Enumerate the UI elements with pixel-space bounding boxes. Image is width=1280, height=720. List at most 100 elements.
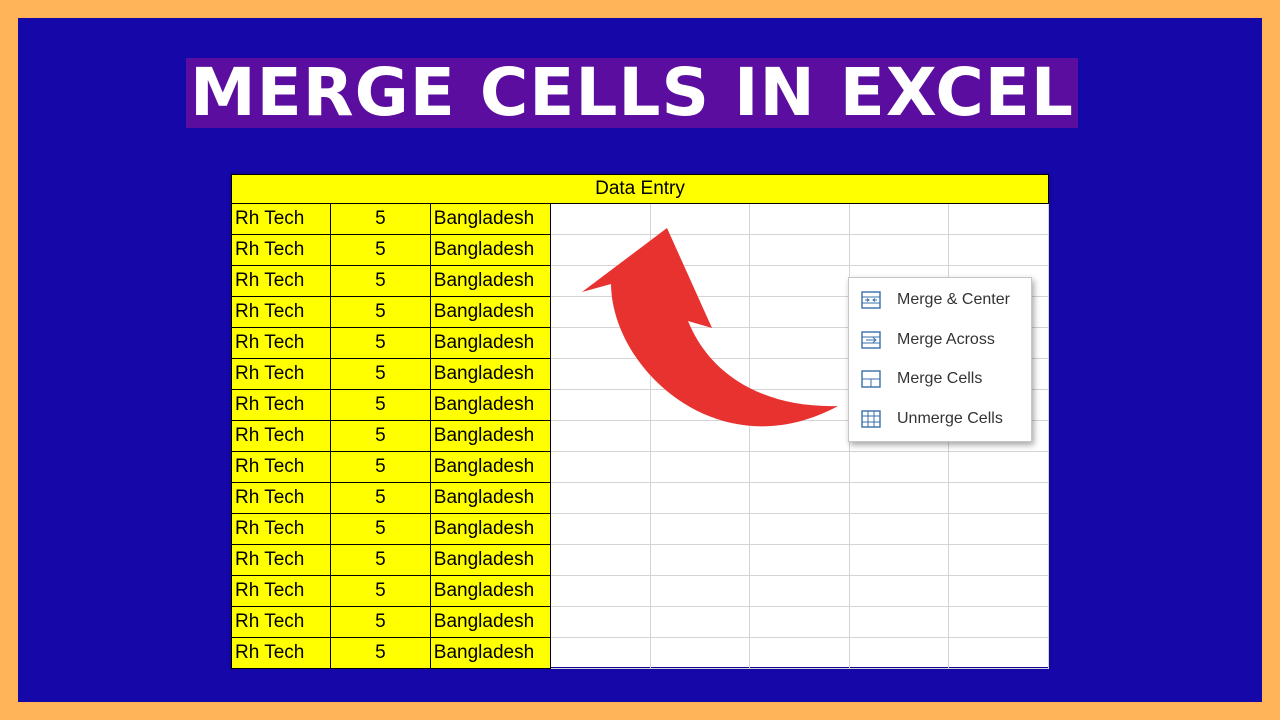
cell-number[interactable]: 5 <box>329 606 431 638</box>
empty-cell[interactable] <box>749 637 851 669</box>
cell-name[interactable]: Rh Tech <box>231 482 331 514</box>
cell-number[interactable]: 5 <box>329 234 431 266</box>
empty-cell[interactable] <box>749 203 851 235</box>
cell-name[interactable]: Rh Tech <box>231 296 331 328</box>
cell-name[interactable]: Rh Tech <box>231 234 331 266</box>
empty-cell[interactable] <box>549 389 651 421</box>
empty-cell[interactable] <box>849 575 950 607</box>
empty-cell[interactable] <box>649 358 751 390</box>
cell-country[interactable]: Bangladesh <box>429 544 551 576</box>
cell-number[interactable]: 5 <box>329 296 431 328</box>
empty-cell[interactable] <box>549 544 651 576</box>
empty-cell[interactable] <box>649 482 751 514</box>
menu-item-unmerge-cells[interactable]: Unmerge Cells <box>849 403 1031 435</box>
empty-cell[interactable] <box>549 420 651 452</box>
cell-name[interactable]: Rh Tech <box>231 389 331 421</box>
empty-cell[interactable] <box>948 544 1049 576</box>
empty-cell[interactable] <box>549 358 651 390</box>
empty-cell[interactable] <box>549 606 651 638</box>
cell-number[interactable]: 5 <box>329 513 431 545</box>
cell-name[interactable]: Rh Tech <box>231 327 331 359</box>
cell-number[interactable]: 5 <box>329 389 431 421</box>
cell-name[interactable]: Rh Tech <box>231 575 331 607</box>
empty-cell[interactable] <box>749 296 851 328</box>
cell-number[interactable]: 5 <box>329 203 431 235</box>
empty-cell[interactable] <box>849 637 950 669</box>
cell-country[interactable]: Bangladesh <box>429 606 551 638</box>
empty-cell[interactable] <box>749 482 851 514</box>
empty-cell[interactable] <box>549 265 651 297</box>
cell-name[interactable]: Rh Tech <box>231 637 331 669</box>
empty-cell[interactable] <box>948 451 1049 483</box>
empty-cell[interactable] <box>549 637 651 669</box>
empty-cell[interactable] <box>948 637 1049 669</box>
cell-number[interactable]: 5 <box>329 575 431 607</box>
cell-country[interactable]: Bangladesh <box>429 575 551 607</box>
empty-cell[interactable] <box>849 482 950 514</box>
cell-number[interactable]: 5 <box>329 420 431 452</box>
empty-cell[interactable] <box>749 265 851 297</box>
cell-number[interactable]: 5 <box>329 637 431 669</box>
empty-cell[interactable] <box>549 234 651 266</box>
cell-country[interactable]: Bangladesh <box>429 296 551 328</box>
cell-number[interactable]: 5 <box>329 327 431 359</box>
empty-cell[interactable] <box>948 482 1049 514</box>
empty-cell[interactable] <box>649 265 751 297</box>
empty-cell[interactable] <box>849 451 950 483</box>
cell-number[interactable]: 5 <box>329 482 431 514</box>
empty-cell[interactable] <box>749 234 851 266</box>
cell-country[interactable]: Bangladesh <box>429 513 551 545</box>
empty-cell[interactable] <box>948 606 1049 638</box>
empty-cell[interactable] <box>849 234 950 266</box>
empty-cell[interactable] <box>549 482 651 514</box>
empty-cell[interactable] <box>749 544 851 576</box>
merged-header-cell[interactable]: Data Entry <box>231 174 1049 204</box>
empty-cell[interactable] <box>948 575 1049 607</box>
cell-country[interactable]: Bangladesh <box>429 389 551 421</box>
cell-country[interactable]: Bangladesh <box>429 265 551 297</box>
cell-name[interactable]: Rh Tech <box>231 358 331 390</box>
empty-cell[interactable] <box>649 575 751 607</box>
cell-country[interactable]: Bangladesh <box>429 358 551 390</box>
cell-country[interactable]: Bangladesh <box>429 451 551 483</box>
menu-item-merge-center[interactable]: Merge & Center <box>849 284 1031 316</box>
menu-item-merge-cells[interactable]: Merge Cells <box>849 363 1031 395</box>
empty-cell[interactable] <box>649 296 751 328</box>
cell-number[interactable]: 5 <box>329 451 431 483</box>
empty-cell[interactable] <box>549 513 651 545</box>
empty-cell[interactable] <box>948 513 1049 545</box>
cell-number[interactable]: 5 <box>329 358 431 390</box>
cell-name[interactable]: Rh Tech <box>231 451 331 483</box>
cell-name[interactable]: Rh Tech <box>231 420 331 452</box>
empty-cell[interactable] <box>749 451 851 483</box>
empty-cell[interactable] <box>948 203 1049 235</box>
empty-cell[interactable] <box>749 420 851 452</box>
cell-name[interactable]: Rh Tech <box>231 606 331 638</box>
cell-country[interactable]: Bangladesh <box>429 327 551 359</box>
empty-cell[interactable] <box>749 389 851 421</box>
cell-name[interactable]: Rh Tech <box>231 513 331 545</box>
empty-cell[interactable] <box>549 327 651 359</box>
empty-cell[interactable] <box>649 637 751 669</box>
cell-country[interactable]: Bangladesh <box>429 203 551 235</box>
empty-cell[interactable] <box>649 327 751 359</box>
empty-cell[interactable] <box>749 513 851 545</box>
cell-name[interactable]: Rh Tech <box>231 203 331 235</box>
empty-cell[interactable] <box>749 358 851 390</box>
empty-cell[interactable] <box>849 513 950 545</box>
empty-cell[interactable] <box>749 327 851 359</box>
menu-item-merge-across[interactable]: Merge Across <box>849 324 1031 356</box>
cell-name[interactable]: Rh Tech <box>231 544 331 576</box>
cell-country[interactable]: Bangladesh <box>429 482 551 514</box>
cell-country[interactable]: Bangladesh <box>429 234 551 266</box>
empty-cell[interactable] <box>749 606 851 638</box>
empty-cell[interactable] <box>649 513 751 545</box>
empty-cell[interactable] <box>948 234 1049 266</box>
empty-cell[interactable] <box>549 203 651 235</box>
cell-name[interactable]: Rh Tech <box>231 265 331 297</box>
empty-cell[interactable] <box>649 451 751 483</box>
empty-cell[interactable] <box>849 203 950 235</box>
cell-number[interactable]: 5 <box>329 544 431 576</box>
empty-cell[interactable] <box>649 544 751 576</box>
cell-country[interactable]: Bangladesh <box>429 420 551 452</box>
